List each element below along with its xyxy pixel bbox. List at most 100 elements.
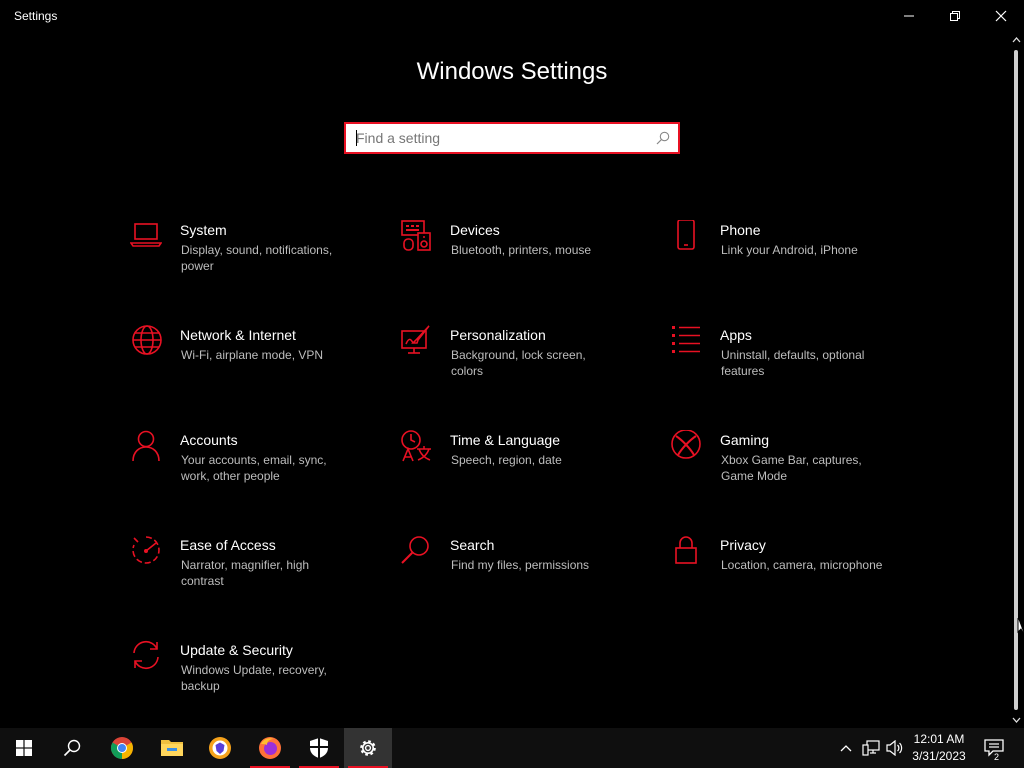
taskbar-settings[interactable] xyxy=(344,728,392,768)
time-language-icon xyxy=(401,430,431,462)
action-center-button[interactable] xyxy=(978,728,1010,768)
tile-description: Wi-Fi, airplane mode, VPN xyxy=(181,348,324,362)
tile-description: Uninstall, defaults, optional features xyxy=(721,348,865,378)
tile-privacy[interactable]: Privacy Location, camera, microphone xyxy=(670,535,920,615)
search-icon xyxy=(63,739,81,757)
taskbar-windows-security[interactable] xyxy=(295,728,343,768)
settings-window: Settings Windows Settings System Display… xyxy=(0,0,1024,728)
phone-icon xyxy=(677,220,695,250)
tile-search[interactable]: Search Find my files, permissions xyxy=(400,535,650,615)
tile-title: Privacy xyxy=(720,537,766,553)
tile-phone[interactable]: Phone Link your Android, iPhone xyxy=(670,220,920,300)
taskbar-firefox[interactable] xyxy=(246,728,294,768)
tile-title: Accounts xyxy=(180,432,238,448)
tile-gaming[interactable]: Gaming Xbox Game Bar, captures, Game Mod… xyxy=(670,430,920,510)
tile-ease-of-access[interactable]: Ease of Access Narrator, magnifier, high… xyxy=(130,535,380,615)
volume-icon xyxy=(886,740,903,756)
chrome-icon xyxy=(111,737,133,759)
settings-gear-icon xyxy=(360,740,376,756)
tile-description: Speech, region, date xyxy=(451,453,562,467)
network-tray-button[interactable] xyxy=(860,728,882,768)
mouse-cursor-icon xyxy=(1017,618,1024,635)
tile-title: Devices xyxy=(450,222,500,238)
xbox-icon xyxy=(671,430,701,459)
text-caret xyxy=(356,130,357,146)
tile-description: Windows Update, recovery, backup xyxy=(181,663,327,693)
tile-personalization[interactable]: Personalization Background, lock screen,… xyxy=(400,325,650,405)
tile-description: Bluetooth, printers, mouse xyxy=(451,243,592,257)
tile-title: Apps xyxy=(720,327,752,343)
tile-description: Background, lock screen, colors xyxy=(451,348,586,378)
show-hidden-icons-button[interactable] xyxy=(836,728,856,768)
scroll-up-button[interactable] xyxy=(1008,32,1024,48)
chevron-down-icon xyxy=(1012,717,1020,723)
magnifier-icon xyxy=(401,536,429,564)
scroll-down-button[interactable] xyxy=(1008,712,1024,728)
tile-time-language[interactable]: Time & Language Speech, region, date xyxy=(400,430,650,510)
search-box[interactable] xyxy=(344,122,680,154)
laptop-icon xyxy=(130,223,162,247)
globe-icon xyxy=(132,325,162,355)
clock-time: 12:01 AM xyxy=(913,732,965,746)
restore-icon xyxy=(950,11,960,21)
tile-title: System xyxy=(180,222,227,238)
start-button[interactable] xyxy=(0,728,48,768)
tile-system[interactable]: System Display, sound, notifications, po… xyxy=(130,220,380,300)
tile-update-security[interactable]: Update & Security Windows Update, recove… xyxy=(130,640,380,720)
tile-apps[interactable]: Apps Uninstall, defaults, optional featu… xyxy=(670,325,920,405)
scrollbar-thumb[interactable] xyxy=(1014,50,1018,710)
apps-list-icon xyxy=(672,326,700,353)
close-icon xyxy=(995,10,1007,22)
personalization-icon xyxy=(401,325,430,354)
file-explorer-icon xyxy=(161,740,183,756)
brave-icon xyxy=(209,737,231,759)
tile-description: Xbox Game Bar, captures, Game Mode xyxy=(721,453,862,483)
tile-network-internet[interactable]: Network & Internet Wi-Fi, airplane mode,… xyxy=(130,325,380,405)
tile-title: Search xyxy=(450,537,495,553)
window-title: Settings xyxy=(14,9,58,23)
tile-description: Link your Android, iPhone xyxy=(721,243,858,257)
tile-title: Network & Internet xyxy=(180,327,296,343)
search-input[interactable] xyxy=(346,124,646,152)
minimize-icon xyxy=(904,15,914,17)
update-sync-icon xyxy=(133,640,159,670)
person-icon xyxy=(132,430,160,462)
volume-tray-button[interactable] xyxy=(884,728,906,768)
devices-icon xyxy=(401,220,431,251)
taskbar-clock[interactable]: 12:01 AM 3/31/2023 xyxy=(904,731,974,765)
tile-title: Time & Language xyxy=(450,432,560,448)
network-wired-icon xyxy=(862,740,880,756)
tile-description: Location, camera, microphone xyxy=(721,558,883,572)
tile-title: Phone xyxy=(720,222,761,238)
search-icon[interactable] xyxy=(656,131,670,145)
tile-devices[interactable]: Devices Bluetooth, printers, mouse xyxy=(400,220,650,300)
tile-description: Narrator, magnifier, high contrast xyxy=(181,558,310,588)
tile-title: Ease of Access xyxy=(180,537,276,553)
start-icon xyxy=(16,740,32,756)
tile-accounts[interactable]: Accounts Your accounts, email, sync, wor… xyxy=(130,430,380,510)
taskbar-file-explorer[interactable] xyxy=(148,728,196,768)
taskbar-chrome[interactable] xyxy=(98,728,146,768)
tile-title: Update & Security xyxy=(180,642,293,658)
tile-description: Find my files, permissions xyxy=(451,558,590,572)
restore-button[interactable] xyxy=(932,0,978,32)
minimize-button[interactable] xyxy=(886,0,932,32)
taskbar-search-button[interactable] xyxy=(48,728,96,768)
title-bar[interactable]: Settings xyxy=(0,0,1024,32)
taskbar-brave[interactable] xyxy=(196,728,244,768)
tile-description: Your accounts, email, sync, work, other … xyxy=(181,453,327,483)
ease-of-access-icon xyxy=(132,536,160,564)
tile-description: Display, sound, notifications, power xyxy=(181,243,333,273)
lock-icon xyxy=(675,536,697,564)
taskbar: 12:01 AM 3/31/2023 xyxy=(0,728,1024,768)
chevron-up-icon xyxy=(840,745,852,752)
tile-title: Personalization xyxy=(450,327,546,343)
page-title: Windows Settings xyxy=(416,58,608,85)
notification-count-badge: 2 xyxy=(994,752,1000,762)
clock-date: 3/31/2023 xyxy=(912,749,966,763)
tile-title: Gaming xyxy=(720,432,770,448)
security-shield-icon xyxy=(310,738,328,758)
close-button[interactable] xyxy=(978,0,1024,32)
chevron-up-icon xyxy=(1012,37,1020,43)
firefox-icon xyxy=(259,737,281,759)
